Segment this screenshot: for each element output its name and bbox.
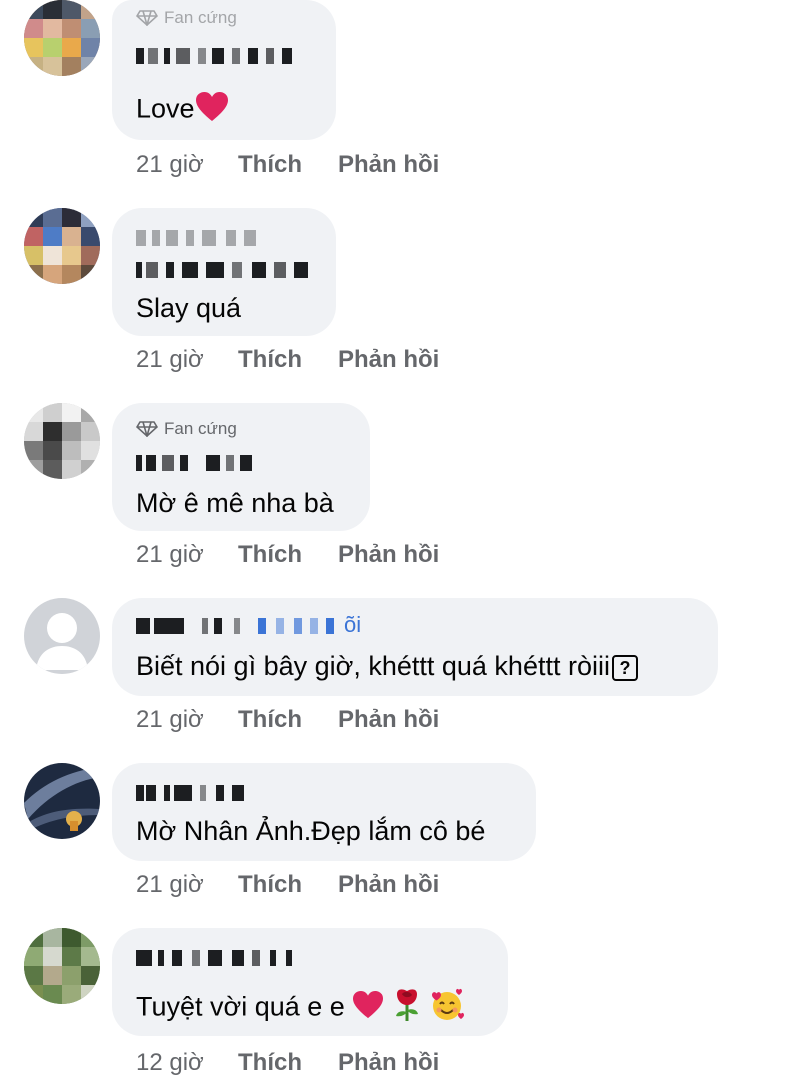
commenter-name-redacted[interactable]: [136, 950, 296, 966]
comment-text: Tuyệt vời quá e e: [136, 988, 465, 1029]
comment-actions: 12 giờ Thích Phản hồi: [136, 1048, 439, 1078]
timestamp[interactable]: 21 giờ: [136, 540, 238, 570]
heart-emoji: [352, 990, 384, 1027]
reply-button[interactable]: Phản hồi: [338, 870, 439, 900]
diamond-icon: [136, 421, 158, 437]
comment-bubble: Slay quá: [112, 208, 336, 336]
comment-bubble: Mờ Nhân Ảnh.Đẹp lắm cô bé: [112, 763, 536, 861]
comment-text: Mờ ê mê nha bà: [136, 488, 334, 518]
commenter-name-redacted[interactable]: [136, 455, 256, 471]
commenter-name-redacted[interactable]: [136, 230, 266, 246]
comment-bubble: õi Biết nói gì bây giờ, khéttt quá khétt…: [112, 598, 718, 696]
like-button[interactable]: Thích: [238, 870, 338, 900]
comment-bubble: Tuyệt vời quá e e: [112, 928, 508, 1036]
comment-text: Slay quá: [136, 293, 242, 323]
diamond-icon: [136, 10, 158, 26]
timestamp[interactable]: 21 giờ: [136, 345, 238, 375]
comment-text: Biết nói gì bây giờ, khéttt quá khéttt r…: [136, 650, 638, 682]
avatar[interactable]: [24, 928, 100, 1004]
smiling-face-with-hearts-emoji: [429, 988, 465, 1029]
commenter-name-suffix[interactable]: õi: [344, 612, 361, 638]
avatar[interactable]: [24, 763, 100, 839]
timestamp[interactable]: 21 giờ: [136, 870, 238, 900]
comment-text: Love: [136, 91, 229, 130]
like-button[interactable]: Thích: [238, 705, 338, 735]
commenter-name-redacted[interactable]: [136, 618, 342, 634]
comment-bubble: Fan cứng Mờ ê mê nha bà: [112, 403, 370, 531]
unknown-glyph-icon: ?: [611, 654, 638, 681]
reply-button[interactable]: Phản hồi: [338, 1048, 439, 1078]
timestamp[interactable]: 21 giờ: [136, 150, 238, 180]
like-button[interactable]: Thích: [238, 345, 338, 375]
timestamp[interactable]: 12 giờ: [136, 1048, 238, 1078]
comment-actions: 21 giờ Thích Phản hồi: [136, 150, 439, 180]
default-avatar[interactable]: [24, 598, 100, 674]
comment-bubble: Fan cứng Love: [112, 0, 336, 140]
comment-actions: 21 giờ Thích Phản hồi: [136, 870, 439, 900]
commenter-name-redacted[interactable]: [136, 48, 306, 64]
like-button[interactable]: Thích: [238, 150, 338, 180]
commenter-name-redacted[interactable]: [136, 785, 246, 801]
reply-button[interactable]: Phản hồi: [338, 345, 439, 375]
comment-text: Mờ Nhân Ảnh.Đẹp lắm cô bé: [136, 816, 486, 846]
reply-button[interactable]: Phản hồi: [338, 540, 439, 570]
avatar[interactable]: [24, 208, 100, 284]
heart-emoji: [195, 91, 229, 130]
top-fan-badge: Fan cứng: [136, 419, 237, 439]
comment-actions: 21 giờ Thích Phản hồi: [136, 705, 439, 735]
avatar[interactable]: [24, 403, 100, 479]
reply-button[interactable]: Phản hồi: [338, 705, 439, 735]
like-button[interactable]: Thích: [238, 1048, 338, 1078]
reply-button[interactable]: Phản hồi: [338, 150, 439, 180]
like-button[interactable]: Thích: [238, 540, 338, 570]
comment-actions: 21 giờ Thích Phản hồi: [136, 345, 439, 375]
avatar[interactable]: [24, 0, 100, 76]
top-fan-badge: Fan cứng: [136, 8, 237, 28]
rose-emoji: [392, 988, 422, 1029]
commenter-name-redacted[interactable]: [136, 262, 312, 278]
timestamp[interactable]: 21 giờ: [136, 705, 238, 735]
comment-actions: 21 giờ Thích Phản hồi: [136, 540, 439, 570]
